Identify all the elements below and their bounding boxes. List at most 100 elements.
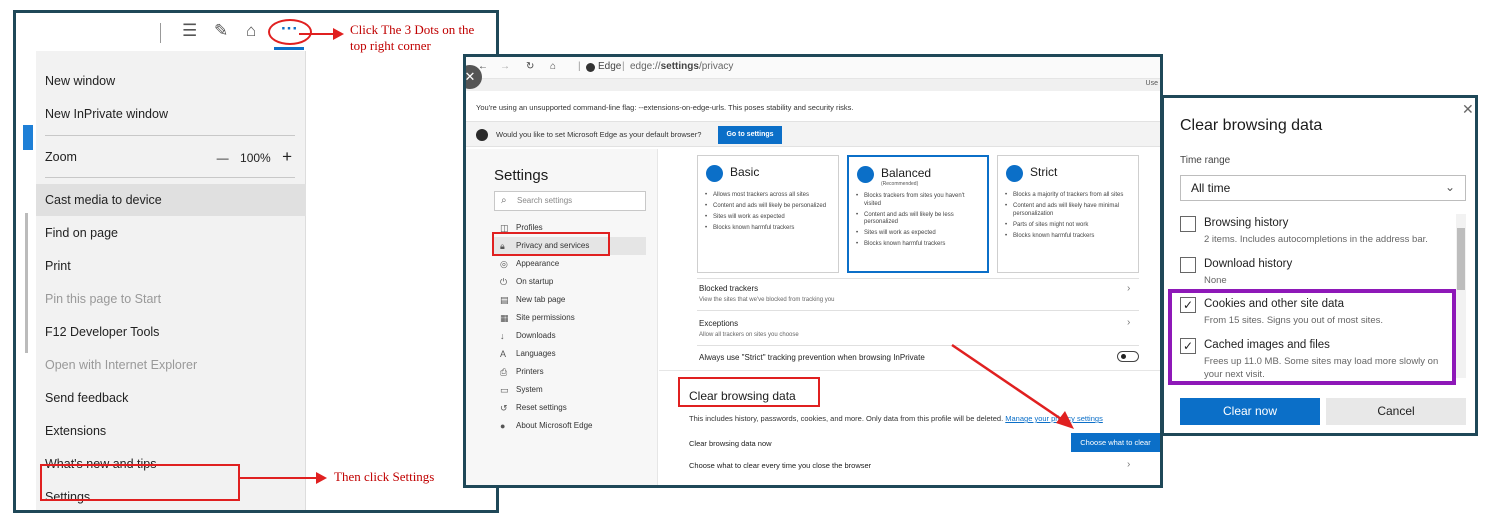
zoom-in-button[interactable]: + [282, 141, 292, 173]
sidebar-item-printers[interactable]: ⎙ Printers [494, 363, 646, 381]
zoom-out-button[interactable]: — [217, 142, 229, 174]
menu-separator [45, 135, 295, 136]
exceptions-row[interactable]: Exceptions [699, 319, 738, 328]
annotation-click-dots: Click The 3 Dots on the top right corner [350, 22, 500, 54]
reading-list-icon[interactable]: ☰ [182, 21, 197, 41]
sidebar-item-startup[interactable]: ⏻ On startup [494, 273, 646, 291]
go-to-settings-button[interactable]: Go to settings [718, 126, 782, 144]
card-bullet: Content and ads will likely be personali… [705, 203, 831, 211]
url-suffix: /privacy [698, 61, 734, 72]
web-note-icon[interactable]: ✎ [214, 21, 228, 41]
chevron-right-icon[interactable]: › [1127, 459, 1130, 470]
menu-feedback[interactable]: Send feedback [36, 382, 306, 414]
sidebar-item-label: System [516, 385, 543, 394]
sidebar-item-new-tab[interactable]: ▤ New tab page [494, 291, 646, 309]
address-divider: | [622, 61, 625, 72]
tracking-card-basic[interactable]: Basic Allows most trackers across all si… [697, 155, 839, 273]
sidebar-item-label: Printers [516, 367, 544, 376]
permissions-icon: ▦ [500, 313, 509, 323]
sidebar-item-reset[interactable]: ↺ Reset settings [494, 399, 646, 417]
sidebar-item-label: Downloads [516, 331, 556, 340]
menu-separator [45, 177, 295, 178]
divider [697, 278, 1139, 279]
refresh-icon[interactable]: ↻ [526, 61, 534, 72]
default-browser-question: Would you like to set Microsoft Edge as … [496, 130, 702, 139]
chevron-right-icon[interactable]: › [1127, 317, 1130, 328]
menu-print[interactable]: Print [36, 250, 306, 282]
tab-strip: Use [466, 79, 1160, 91]
card-title: Balanced [881, 166, 932, 180]
card-bullet: Content and ads will likely be less pers… [856, 212, 982, 227]
edge-settings-panel: ← → ↻ ⌂ | Edge | edge://settings/privacy… [463, 54, 1163, 488]
address-bar: ← → ↻ ⌂ | Edge | edge://settings/privacy [466, 57, 1160, 79]
toolbar-divider [160, 23, 161, 43]
clear-now-button[interactable]: Clear now [1180, 398, 1320, 425]
url-prefix: edge:// [630, 61, 661, 72]
share-icon[interactable]: ⌂ [246, 21, 256, 41]
default-browser-infobar: Would you like to set Microsoft Edge as … [466, 121, 1160, 147]
forward-icon[interactable]: → [500, 61, 510, 72]
sidebar-item-languages[interactable]: A Languages [494, 345, 646, 363]
edge-logo-icon [476, 129, 488, 141]
sidebar-item-label: Languages [516, 349, 556, 358]
basic-icon [706, 165, 723, 182]
always-strict-label: Always use "Strict" tracking prevention … [699, 353, 925, 362]
chevron-right-icon[interactable]: › [1127, 283, 1130, 294]
menu-f12[interactable]: F12 Developer Tools [36, 316, 306, 348]
menu-open-ie: Open with Internet Explorer [45, 358, 198, 372]
annotation-line: Click The 3 Dots on the [350, 22, 475, 37]
address-url[interactable]: edge://settings/privacy [630, 61, 733, 72]
sidebar-item-label: Reset settings [516, 403, 567, 412]
options-scrollbar[interactable] [1456, 214, 1466, 378]
sidebar-item-label: About Microsoft Edge [516, 421, 593, 430]
always-strict-toggle[interactable] [1117, 351, 1139, 362]
sidebar-item-label: On startup [516, 277, 554, 286]
time-range-select[interactable]: All time ⌄ [1180, 175, 1466, 201]
blocked-trackers-desc: View the sites that we've blocked from t… [699, 297, 835, 303]
unsupported-flag-warning: You're using an unsupported command-line… [476, 103, 854, 112]
address-brand: Edge [598, 61, 622, 72]
divider [697, 310, 1139, 311]
sidebar-item-label: Appearance [516, 259, 560, 268]
settings-highlight-box [40, 464, 240, 501]
cancel-button[interactable]: Cancel [1326, 398, 1466, 425]
card-bullet: Parts of sites might not work [1005, 222, 1131, 230]
choose-every-close-row[interactable]: Choose what to clear every time you clos… [689, 461, 871, 470]
sidebar-item-downloads[interactable]: ↓ Downloads [494, 327, 646, 345]
choose-what-to-clear-button[interactable]: Choose what to clear [1071, 433, 1160, 452]
card-bullet: Blocks trackers from sites you haven't v… [856, 193, 982, 208]
annotation-arrow-head [333, 28, 344, 40]
sidebar-item-about[interactable]: ● About Microsoft Edge [494, 417, 646, 435]
search-settings-input[interactable]: ⌕ Search settings [494, 191, 646, 211]
blocked-trackers-row[interactable]: Blocked trackers [699, 284, 758, 293]
browsing-history-checkbox[interactable] [1180, 216, 1196, 232]
menu-extensions[interactable]: Extensions [36, 415, 306, 447]
close-icon[interactable]: ✕ [1462, 101, 1474, 118]
reset-icon: ↺ [500, 403, 508, 413]
annotation-arrow-head [316, 472, 327, 484]
edge-logo-icon: ● [500, 421, 506, 431]
card-bullets: Blocks trackers from sites you haven't v… [856, 193, 982, 252]
sidebar-item-appearance[interactable]: ◎ Appearance [494, 255, 646, 273]
card-subtitle: (Recommended) [881, 181, 919, 187]
menu-cast[interactable]: Cast media to device [36, 184, 306, 216]
menu-find[interactable]: Find on page [36, 217, 306, 249]
sidebar-item-system[interactable]: ▭ System [494, 381, 646, 399]
clear-now-label: Clear browsing data now [689, 439, 772, 448]
dots-highlight-circle [268, 19, 312, 45]
home-icon[interactable]: ⌂ [550, 61, 556, 72]
menu-new-window[interactable]: New window [36, 65, 306, 97]
tracking-card-balanced[interactable]: Balanced (Recommended) Blocks trackers f… [847, 155, 989, 273]
menu-new-inprivate[interactable]: New InPrivate window [36, 98, 306, 130]
time-range-value: All time [1191, 181, 1231, 195]
page-side-accent [23, 125, 33, 150]
download-history-checkbox[interactable] [1180, 257, 1196, 273]
menu-zoom: Zoom — 100% + [36, 141, 306, 173]
sidebar-item-permissions[interactable]: ▦ Site permissions [494, 309, 646, 327]
option-title: Browsing history [1204, 217, 1289, 229]
scrollbar-thumb[interactable] [1457, 228, 1465, 290]
sidebar-item-label: New tab page [516, 295, 566, 304]
page-side-line [25, 213, 28, 353]
tracking-card-strict[interactable]: Strict Blocks a majority of trackers fro… [997, 155, 1139, 273]
power-icon: ⏻ [500, 277, 508, 287]
